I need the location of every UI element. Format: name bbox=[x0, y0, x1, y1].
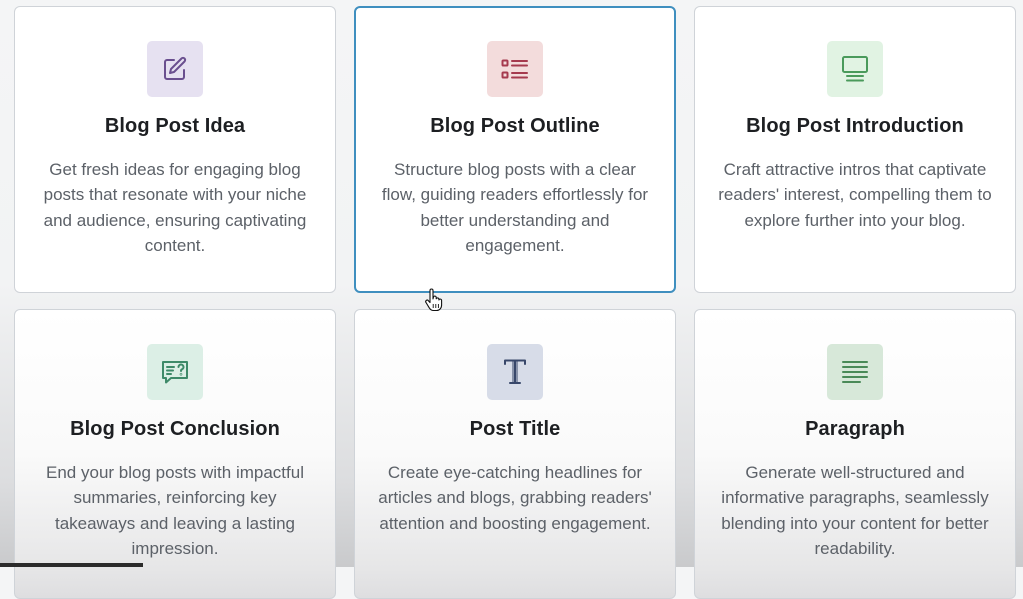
card-blog-post-idea[interactable]: Blog Post Idea Get fresh ideas for engag… bbox=[14, 6, 336, 293]
card-title: Paragraph bbox=[805, 418, 905, 440]
card-title: Blog Post Idea bbox=[104, 115, 246, 137]
card-post-title[interactable]: Post Title Create eye-catching headlines… bbox=[354, 309, 676, 599]
card-description: Get fresh ideas for engaging blog posts … bbox=[43, 160, 307, 255]
hand-pointer-icon bbox=[424, 288, 444, 312]
card-description: End your blog posts with impactful summa… bbox=[46, 463, 304, 558]
card-title: Blog Post Introduction bbox=[746, 115, 964, 137]
card-description: Craft attractive intros that captivate r… bbox=[718, 160, 992, 230]
card-paragraph[interactable]: Paragraph Generate well-structured and i… bbox=[694, 309, 1016, 599]
card-blog-post-outline[interactable]: Blog Post Outline Structure blog posts w… bbox=[354, 6, 676, 293]
card-description: Create eye-catching headlines for articl… bbox=[378, 463, 652, 533]
list-icon bbox=[487, 41, 543, 97]
card-description: Generate well-structured and informative… bbox=[721, 463, 989, 558]
card-description: Structure blog posts with a clear flow, … bbox=[381, 160, 649, 255]
card-blog-post-introduction[interactable]: Blog Post Introduction Craft attractive … bbox=[694, 6, 1016, 293]
text-t-icon bbox=[487, 344, 543, 400]
edit-icon bbox=[147, 41, 203, 97]
card-blog-post-conclusion[interactable]: Blog Post Conclusion End your blog posts… bbox=[14, 309, 336, 599]
document-icon bbox=[827, 41, 883, 97]
card-title: Blog Post Conclusion bbox=[70, 418, 280, 440]
comment-question-icon bbox=[147, 344, 203, 400]
video-progress-bar bbox=[0, 563, 143, 567]
lines-icon bbox=[827, 344, 883, 400]
card-title: Blog Post Outline bbox=[430, 115, 600, 137]
card-title: Post Title bbox=[469, 418, 561, 440]
